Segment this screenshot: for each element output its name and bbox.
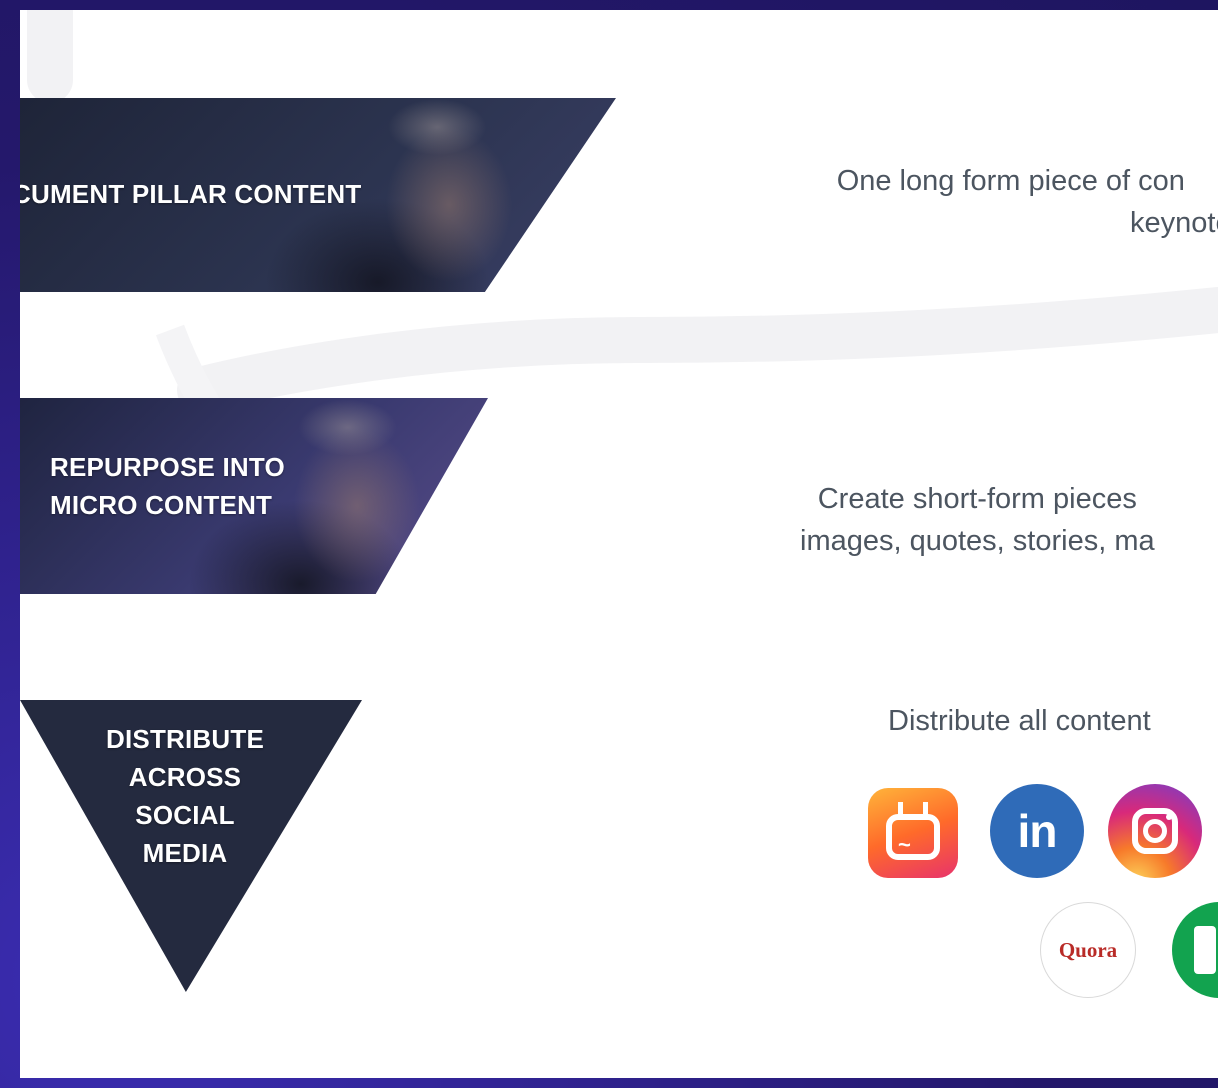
igtv-screen xyxy=(886,814,940,860)
description-line: One long form piece of con xyxy=(836,165,1185,197)
quora-icon: Quora xyxy=(1040,902,1136,998)
description-line: keynote xyxy=(1130,207,1218,239)
slide: CUMENT PILLAR CONTENT REPURPOSE INTO MIC… xyxy=(20,10,1218,1078)
tier3-label: DISTRIBUTE ACROSS SOCIAL MEDIA xyxy=(90,720,280,872)
instagram-lens xyxy=(1143,819,1167,843)
igtv-icon: ~ xyxy=(868,788,958,878)
tier1-label: CUMENT PILLAR CONTENT xyxy=(20,179,362,209)
igtv-bolt: ~ xyxy=(898,832,911,857)
tier3-label-line: DISTRIBUTE xyxy=(106,724,264,754)
tier2-label-line: REPURPOSE INTO xyxy=(50,452,285,482)
tier3-description: Distribute all content xyxy=(888,700,1151,742)
description-line: Create short-form pieces xyxy=(817,483,1137,515)
tier3-label-line: SOCIAL xyxy=(135,800,235,830)
tier2-description: Create short-form pieces images, quotes,… xyxy=(800,478,1155,562)
medium-glyph xyxy=(1194,926,1216,974)
description-line: images, quotes, stories, ma xyxy=(800,525,1155,557)
tier1-description: One long form piece of con keynote xyxy=(790,160,1218,244)
igtv-antenna xyxy=(898,802,928,814)
tier3-label-line: ACROSS xyxy=(128,762,242,792)
instagram-flash xyxy=(1166,814,1172,820)
linkedin-icon: in xyxy=(990,784,1084,878)
tier2-label-line: MICRO CONTENT xyxy=(50,490,273,520)
description-line: Distribute all content xyxy=(888,705,1151,737)
tier2-label: REPURPOSE INTO MICRO CONTENT xyxy=(50,448,285,524)
instagram-icon xyxy=(1108,784,1202,878)
tier3-label-line: MEDIA xyxy=(142,838,228,868)
